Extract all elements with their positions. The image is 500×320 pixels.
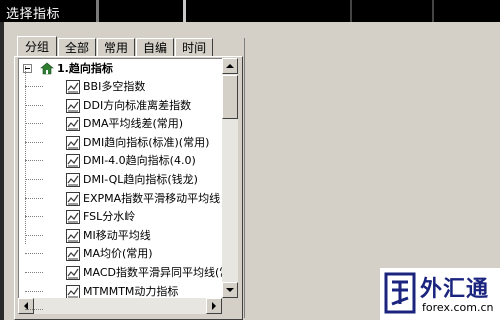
right-arrow-icon bbox=[212, 302, 216, 310]
horizontal-scrollbar[interactable] bbox=[18, 298, 222, 314]
home-icon bbox=[40, 62, 54, 75]
tree-item[interactable]: MI移动平均线 bbox=[19, 227, 223, 245]
background-strip bbox=[350, 0, 352, 22]
indicator-tree[interactable]: 1.趋向指标 BBI多空指数 DDI方向标准离差指数 DMA平均线差(常用) DMI趋… bbox=[18, 58, 224, 300]
tree-item-label: MI移动平均线 bbox=[83, 228, 151, 242]
tree-line bbox=[25, 86, 43, 87]
tree-item[interactable]: EXPMA指数平滑移动平均线 bbox=[19, 190, 223, 208]
tree-line bbox=[25, 179, 43, 180]
scroll-corner bbox=[222, 298, 238, 314]
tree-item-label: FSL分水岭 bbox=[83, 210, 136, 224]
tree-item-label: DMI-QL趋向指标(钱龙) bbox=[83, 173, 198, 186]
tree-line bbox=[25, 160, 43, 162]
tree-item[interactable]: DMI-QL趋向指标(钱龙) bbox=[19, 171, 223, 189]
tab-common[interactable]: 常用 bbox=[97, 38, 136, 57]
tree-line bbox=[25, 272, 43, 273]
scroll-down-button[interactable] bbox=[222, 282, 238, 298]
tree-line bbox=[25, 123, 43, 125]
tree-item-label: DDI方向标准离差指数 bbox=[83, 98, 192, 112]
scroll-up-button[interactable] bbox=[222, 58, 238, 74]
up-arrow-icon bbox=[226, 64, 234, 68]
tree-item-label: MACD指数平滑异同平均线(常 bbox=[83, 266, 224, 279]
tree-line bbox=[25, 197, 43, 199]
tab-all[interactable]: 全部 bbox=[58, 38, 97, 57]
background-strip bbox=[183, 0, 186, 22]
tree-folder-label: 1.趋向指标 bbox=[57, 62, 113, 75]
watermark: 外汇通 forex.com.cn bbox=[380, 268, 500, 320]
tree-item[interactable]: DMI-4.0趋向指标(4.0) bbox=[19, 152, 223, 170]
tree-line bbox=[25, 104, 43, 106]
watermark-brand: 外汇通 bbox=[420, 277, 490, 302]
chart-icon bbox=[66, 154, 80, 169]
tree-item-label: DMI-4.0趋向指标(4.0) bbox=[83, 154, 196, 168]
chart-icon bbox=[66, 247, 80, 262]
tree-line bbox=[25, 141, 43, 143]
tree-line bbox=[25, 234, 43, 236]
chart-icon bbox=[66, 266, 80, 280]
tab-custom[interactable]: 自编 bbox=[136, 38, 175, 57]
tree-item-label: BBI多空指数 bbox=[83, 80, 146, 93]
tree-item[interactable]: MA均价(常用) bbox=[19, 245, 223, 263]
chart-icon bbox=[66, 210, 80, 225]
tree-item[interactable]: MACD指数平滑异同平均线(常 bbox=[19, 264, 223, 282]
tree-item-label: DMA平均线差(常用) bbox=[83, 117, 184, 131]
watermark-domain: forex.com.cn bbox=[422, 301, 494, 314]
tab-strip: 分组 全部 常用 自编 时间 bbox=[17, 36, 214, 57]
tree-item-label: MA均价(常用) bbox=[83, 247, 153, 261]
scroll-thumb[interactable] bbox=[222, 75, 238, 119]
window-title: 选择指标 bbox=[6, 7, 61, 22]
chart-icon bbox=[66, 135, 80, 150]
tree-item[interactable]: FSL分水岭 bbox=[19, 208, 223, 226]
background-strip bbox=[96, 0, 99, 22]
tab-group[interactable]: 分组 bbox=[17, 36, 58, 57]
title-bar: 选择指标 bbox=[0, 0, 500, 22]
tree-line bbox=[25, 216, 43, 218]
forex-logo-icon bbox=[384, 272, 416, 314]
vertical-scrollbar[interactable] bbox=[222, 58, 238, 298]
tree-line bbox=[25, 290, 43, 292]
left-arrow-icon bbox=[24, 302, 28, 310]
chart-icon bbox=[66, 284, 80, 299]
scroll-right-button[interactable] bbox=[206, 298, 222, 314]
chart-icon bbox=[66, 228, 80, 243]
tree-item[interactable]: BBI多空指数 bbox=[19, 78, 223, 96]
tree-line bbox=[25, 66, 26, 244]
tree-item[interactable]: DDI方向标准离差指数 bbox=[19, 97, 223, 115]
tree-item-label: EXPMA指数平滑移动平均线 bbox=[83, 191, 221, 205]
chart-icon bbox=[66, 117, 80, 132]
background-strip bbox=[432, 0, 434, 22]
chart-icon bbox=[66, 80, 80, 94]
tree-item[interactable]: DMI趋向指标(标准)(常用) bbox=[19, 134, 223, 152]
scroll-left-button[interactable] bbox=[18, 298, 34, 314]
tree-folder[interactable]: 1.趋向指标 bbox=[19, 60, 223, 78]
window-edge bbox=[0, 22, 4, 320]
tree-item[interactable]: DMA平均线差(常用) bbox=[19, 115, 223, 133]
chart-icon bbox=[66, 173, 80, 187]
tree-line bbox=[25, 253, 43, 255]
tree-line bbox=[25, 309, 43, 311]
chart-icon bbox=[66, 98, 80, 113]
tab-time[interactable]: 时间 bbox=[175, 38, 214, 57]
tree-item-label: DMI趋向指标(标准)(常用) bbox=[83, 135, 210, 149]
down-arrow-icon bbox=[226, 288, 234, 292]
chart-icon bbox=[66, 191, 80, 206]
